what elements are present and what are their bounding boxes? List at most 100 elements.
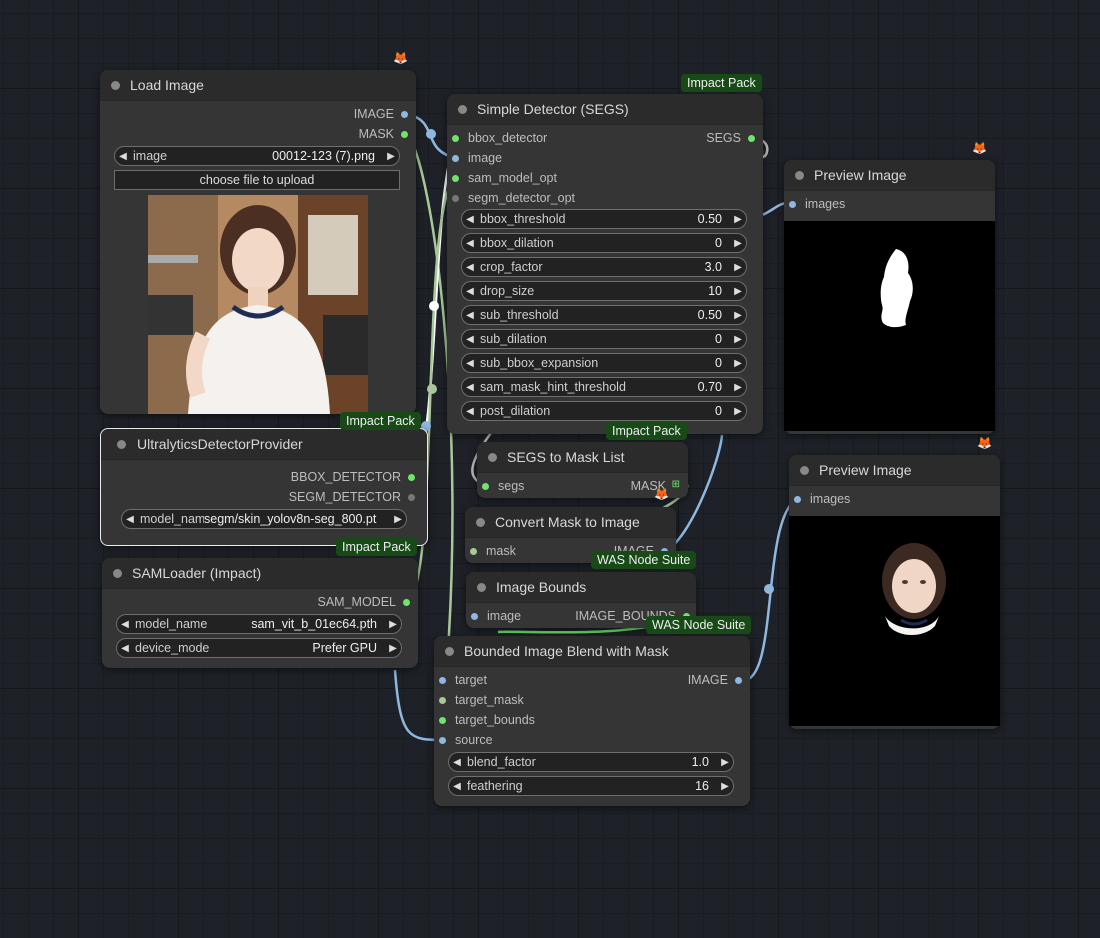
- input-bbox-detector[interactable]: bbox_detector: [449, 131, 547, 145]
- slot-dot[interactable]: [439, 677, 446, 684]
- arrow-left-icon[interactable]: ◀: [115, 151, 131, 162]
- input-image[interactable]: image: [468, 609, 521, 623]
- output-mask[interactable]: MASK: [359, 127, 410, 141]
- arrow-left-icon[interactable]: ◀: [462, 238, 478, 249]
- load-image-node[interactable]: Load Image IMAGE MASK ◀ image 00012-123 …: [100, 70, 416, 414]
- slot-dot[interactable]: [452, 175, 459, 182]
- slot-dot[interactable]: [452, 135, 459, 142]
- slot-dot[interactable]: [748, 135, 755, 142]
- slot-dot[interactable]: [789, 201, 796, 208]
- arrow-left-icon[interactable]: ◀: [449, 781, 465, 792]
- collapse-dot[interactable]: [477, 583, 486, 592]
- slot-dot[interactable]: [401, 131, 408, 138]
- output-image[interactable]: IMAGE: [354, 107, 410, 121]
- samloader-node[interactable]: SAMLoader (Impact) SAM_MODEL ◀ model_nam…: [102, 558, 418, 668]
- blend-factor-slider[interactable]: ◀ blend_factor 1.0 ▶: [448, 752, 734, 772]
- output-bbox-detector[interactable]: BBOX_DETECTOR: [291, 470, 417, 484]
- arrow-right-icon[interactable]: ▶: [730, 214, 746, 225]
- sam-mask-hint-threshold-slider[interactable]: ◀ sam_mask_hint_threshold 0.70 ▶: [461, 377, 747, 397]
- post-dilation-slider[interactable]: ◀ post_dilation 0 ▶: [461, 401, 747, 421]
- collapse-dot[interactable]: [488, 453, 497, 462]
- output-segm-detector[interactable]: SEGM_DETECTOR: [289, 490, 417, 504]
- arrow-left-icon[interactable]: ◀: [462, 334, 478, 345]
- collapse-dot[interactable]: [458, 105, 467, 114]
- node-title[interactable]: Simple Detector (SEGS): [447, 94, 763, 125]
- arrow-right-icon[interactable]: ▶: [730, 238, 746, 249]
- collapse-dot[interactable]: [795, 171, 804, 180]
- node-title[interactable]: SEGS to Mask List: [477, 442, 688, 473]
- slot-dot[interactable]: [403, 599, 410, 606]
- node-title[interactable]: SAMLoader (Impact): [102, 558, 418, 589]
- arrow-right-icon[interactable]: ▶: [385, 643, 401, 654]
- input-target[interactable]: target: [436, 673, 487, 687]
- arrow-right-icon[interactable]: ▶: [390, 514, 406, 525]
- node-title[interactable]: Image Bounds: [466, 572, 696, 603]
- collapse-dot[interactable]: [800, 466, 809, 475]
- output-image[interactable]: IMAGE: [688, 673, 744, 687]
- input-images[interactable]: images: [791, 492, 850, 506]
- arrow-right-icon[interactable]: ▶: [730, 286, 746, 297]
- collapse-dot[interactable]: [111, 81, 120, 90]
- arrow-left-icon[interactable]: ◀: [462, 214, 478, 225]
- slot-dot[interactable]: [482, 483, 489, 490]
- output-segs[interactable]: SEGS: [706, 131, 757, 145]
- preview-image-node[interactable]: Preview Image images: [784, 160, 995, 434]
- bbox-dilation-slider[interactable]: ◀ bbox_dilation 0 ▶: [461, 233, 747, 253]
- slot-dot[interactable]: [439, 717, 446, 724]
- arrow-left-icon[interactable]: ◀: [117, 643, 133, 654]
- input-target-mask[interactable]: target_mask: [436, 693, 524, 707]
- arrow-right-icon[interactable]: ▶: [730, 406, 746, 417]
- upload-button[interactable]: choose file to upload: [114, 170, 400, 190]
- slot-dot[interactable]: [401, 111, 408, 118]
- collapse-dot[interactable]: [113, 569, 122, 578]
- arrow-right-icon[interactable]: ▶: [383, 151, 399, 162]
- input-images[interactable]: images: [786, 197, 845, 211]
- node-title[interactable]: UltralyticsDetectorProvider: [101, 429, 427, 460]
- collapse-dot[interactable]: [117, 440, 126, 449]
- simple-detector-node[interactable]: Simple Detector (SEGS) bbox_detector ima…: [447, 94, 763, 434]
- slot-dot[interactable]: [452, 155, 459, 162]
- bounded-image-blend-node[interactable]: Bounded Image Blend with Mask target tar…: [434, 636, 750, 806]
- input-target-bounds[interactable]: target_bounds: [436, 713, 535, 727]
- node-title[interactable]: Load Image: [100, 70, 416, 101]
- crop-factor-slider[interactable]: ◀ crop_factor 3.0 ▶: [461, 257, 747, 277]
- model-name-select[interactable]: ◀ model_name segm/skin_yolov8n-seg_800.p…: [121, 509, 407, 529]
- collapse-dot[interactable]: [476, 518, 485, 527]
- arrow-left-icon[interactable]: ◀: [462, 382, 478, 393]
- slot-dot[interactable]: [470, 548, 477, 555]
- arrow-right-icon[interactable]: ▶: [730, 358, 746, 369]
- grid-icon[interactable]: ⊞: [672, 479, 680, 490]
- sub-bbox-expansion-slider[interactable]: ◀ sub_bbox_expansion 0 ▶: [461, 353, 747, 373]
- sub-threshold-slider[interactable]: ◀ sub_threshold 0.50 ▶: [461, 305, 747, 325]
- input-segs[interactable]: segs: [479, 479, 524, 493]
- bbox-threshold-slider[interactable]: ◀ bbox_threshold 0.50 ▶: [461, 209, 747, 229]
- slot-dot[interactable]: [408, 494, 415, 501]
- input-image[interactable]: image: [449, 151, 502, 165]
- arrow-left-icon[interactable]: ◀: [462, 406, 478, 417]
- model-name-select[interactable]: ◀ model_name sam_vit_b_01ec64.pth ▶: [116, 614, 402, 634]
- arrow-left-icon[interactable]: ◀: [462, 286, 478, 297]
- image-select[interactable]: ◀ image 00012-123 (7).png ▶: [114, 146, 400, 166]
- arrow-right-icon[interactable]: ▶: [717, 781, 733, 792]
- slot-dot[interactable]: [735, 677, 742, 684]
- slot-dot[interactable]: [471, 613, 478, 620]
- arrow-left-icon[interactable]: ◀: [462, 358, 478, 369]
- slot-dot[interactable]: [439, 697, 446, 704]
- arrow-right-icon[interactable]: ▶: [730, 310, 746, 321]
- slot-dot[interactable]: [452, 195, 459, 202]
- slot-dot[interactable]: [439, 737, 446, 744]
- sub-dilation-slider[interactable]: ◀ sub_dilation 0 ▶: [461, 329, 747, 349]
- arrow-right-icon[interactable]: ▶: [385, 619, 401, 630]
- input-source[interactable]: source: [436, 733, 493, 747]
- feathering-slider[interactable]: ◀ feathering 16 ▶: [448, 776, 734, 796]
- input-segm-detector-opt[interactable]: segm_detector_opt: [449, 191, 575, 205]
- node-title[interactable]: Bounded Image Blend with Mask: [434, 636, 750, 667]
- slot-dot[interactable]: [408, 474, 415, 481]
- drop-size-slider[interactable]: ◀ drop_size 10 ▶: [461, 281, 747, 301]
- arrow-left-icon[interactable]: ◀: [462, 310, 478, 321]
- input-mask[interactable]: mask: [467, 544, 516, 558]
- arrow-left-icon[interactable]: ◀: [462, 262, 478, 273]
- ultralytics-detector-provider-node[interactable]: UltralyticsDetectorProvider BBOX_DETECTO…: [100, 428, 428, 546]
- arrow-left-icon[interactable]: ◀: [122, 514, 138, 525]
- node-title[interactable]: Preview Image: [789, 455, 1000, 486]
